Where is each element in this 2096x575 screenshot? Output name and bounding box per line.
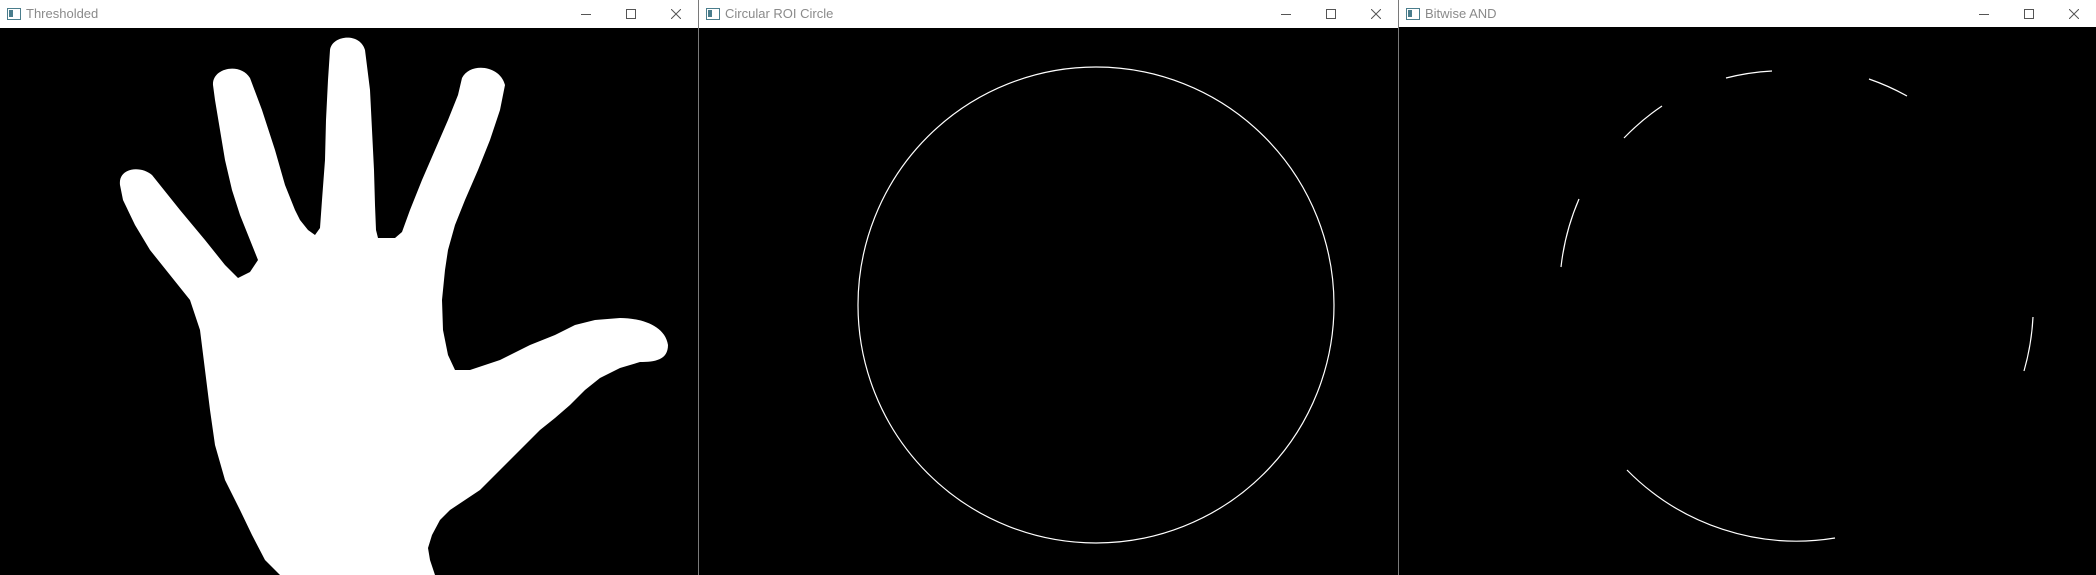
maximize-icon bbox=[1325, 9, 1336, 19]
arc-segment bbox=[1560, 198, 1580, 268]
arc-segments bbox=[1560, 70, 2034, 542]
maximize-button[interactable] bbox=[1308, 0, 1353, 28]
window-title: Circular ROI Circle bbox=[725, 6, 834, 21]
thresholded-image bbox=[0, 28, 698, 575]
titlebar[interactable]: Thresholded bbox=[0, 0, 698, 28]
maximize-icon bbox=[2023, 8, 2034, 19]
close-button[interactable] bbox=[653, 0, 698, 28]
minimize-icon bbox=[1280, 14, 1291, 15]
app-window-icon[interactable] bbox=[1406, 7, 1420, 20]
app-window-icon[interactable] bbox=[7, 8, 21, 20]
window-circular-roi: Circular ROI Circle bbox=[698, 0, 1398, 575]
maximize-button[interactable] bbox=[608, 0, 653, 28]
maximize-button[interactable] bbox=[2006, 0, 2051, 28]
arc-segment bbox=[1868, 78, 1908, 97]
window-title: Bitwise AND bbox=[1425, 5, 1497, 21]
hand-silhouette bbox=[119, 37, 668, 575]
window-title: Thresholded bbox=[26, 6, 99, 21]
arc-segment bbox=[2023, 316, 2034, 372]
minimize-button[interactable] bbox=[1263, 0, 1308, 28]
minimize-button[interactable] bbox=[563, 0, 608, 28]
maximize-icon bbox=[625, 9, 636, 19]
window-controls bbox=[1263, 0, 1398, 28]
minimize-icon bbox=[580, 14, 591, 15]
bitwise-and-image bbox=[1399, 27, 2096, 575]
minimize-icon bbox=[1978, 13, 1989, 15]
app-window-icon[interactable] bbox=[706, 8, 720, 20]
roi-circle-image bbox=[699, 28, 1398, 575]
window-controls bbox=[1961, 0, 2096, 28]
arc-segment bbox=[1623, 105, 1663, 139]
close-icon bbox=[670, 9, 681, 19]
close-icon bbox=[2068, 8, 2079, 19]
close-button[interactable] bbox=[1353, 0, 1398, 28]
close-button[interactable] bbox=[2051, 0, 2096, 28]
roi-circle bbox=[857, 66, 1335, 544]
window-bitwise-and: Bitwise AND bbox=[1398, 0, 2096, 575]
window-thresholded: Thresholded bbox=[0, 0, 698, 575]
titlebar[interactable]: Bitwise AND bbox=[1399, 0, 2096, 27]
minimize-button[interactable] bbox=[1961, 0, 2006, 28]
arc-segment bbox=[1725, 70, 1773, 79]
window-controls bbox=[563, 0, 698, 28]
arc-segment bbox=[1626, 469, 1836, 542]
close-icon bbox=[1370, 9, 1381, 19]
titlebar[interactable]: Circular ROI Circle bbox=[699, 0, 1398, 28]
